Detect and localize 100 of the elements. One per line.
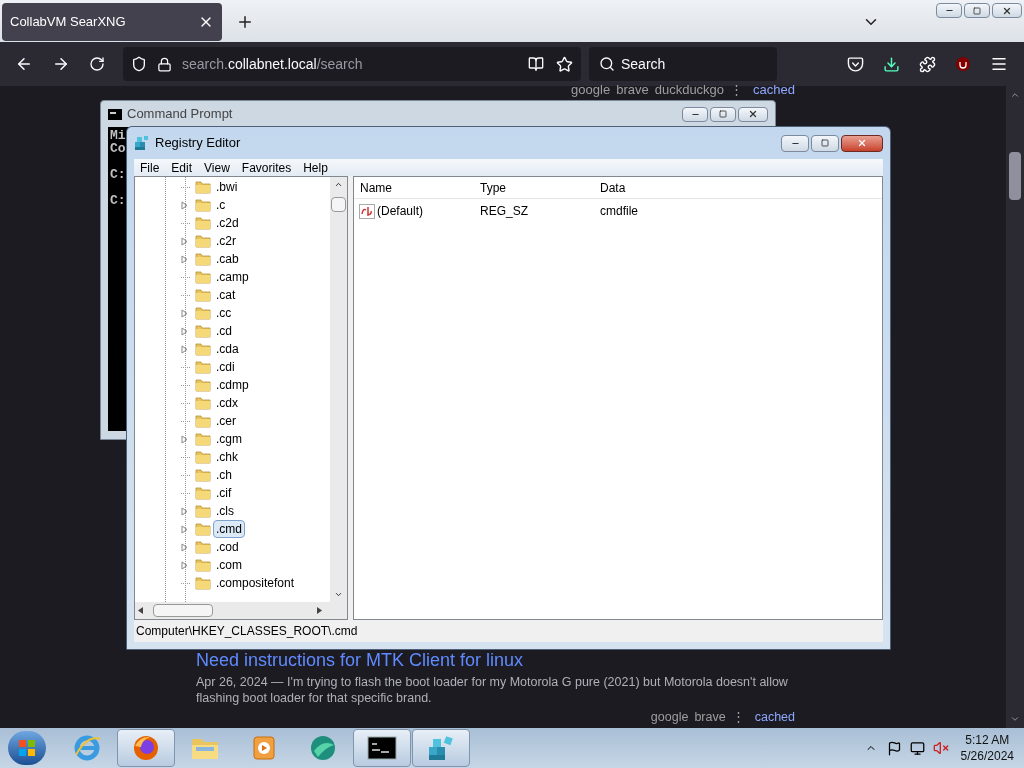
tree-item[interactable]: .cat — [213, 286, 239, 304]
pocket-icon[interactable] — [847, 55, 864, 73]
expand-arrow-icon[interactable] — [181, 506, 188, 516]
menu-item[interactable]: Favorites — [235, 158, 298, 177]
expand-arrow-icon[interactable] — [181, 326, 188, 336]
horizontal-scrollbar[interactable] — [135, 602, 347, 619]
folder-icon — [195, 198, 211, 212]
tree-item[interactable]: .c — [213, 196, 229, 214]
tree-item[interactable]: .cdi — [213, 358, 238, 376]
close-button[interactable] — [738, 106, 768, 122]
flag-icon[interactable] — [886, 740, 902, 756]
minimize-button[interactable] — [781, 134, 809, 152]
tree-item[interactable]: .cmd — [213, 520, 245, 538]
tree-item[interactable]: .cda — [213, 340, 242, 358]
scroll-up-icon[interactable] — [334, 180, 343, 189]
scroll-right-icon[interactable] — [317, 607, 322, 614]
tree-item[interactable]: .c2r — [213, 232, 239, 250]
reader-view-icon[interactable] — [528, 56, 544, 72]
value-data: cmdfile — [599, 203, 639, 220]
tree-item[interactable]: .cgm — [213, 430, 245, 448]
network-icon[interactable] — [909, 740, 925, 756]
tree-item[interactable]: .cif — [213, 484, 235, 502]
forward-icon[interactable] — [52, 55, 70, 73]
scroll-thumb[interactable] — [153, 604, 213, 617]
expand-arrow-icon[interactable] — [181, 308, 188, 318]
tree-item[interactable]: .cdmp — [213, 376, 252, 394]
column-header[interactable]: Type — [474, 178, 594, 197]
menu-item[interactable]: Edit — [165, 158, 199, 177]
tree-item[interactable]: .ch — [213, 466, 235, 484]
close-button[interactable] — [992, 3, 1022, 18]
close-button[interactable] — [841, 134, 883, 152]
tree-item[interactable]: .cer — [213, 412, 239, 430]
new-tab-icon[interactable] — [236, 13, 254, 31]
fox-globe-icon — [132, 734, 160, 762]
expand-arrow-icon[interactable] — [181, 254, 188, 264]
scrollbar[interactable] — [1006, 86, 1024, 728]
folder-icon — [195, 288, 211, 302]
tree-item[interactable]: .bwi — [213, 178, 241, 196]
folder-icon — [195, 306, 211, 320]
tree-item[interactable]: .cls — [213, 502, 237, 520]
clock[interactable]: 5:12 AM 5/26/2024 — [960, 732, 1014, 764]
extensions-icon[interactable] — [919, 55, 936, 73]
shield-badge-icon[interactable] — [955, 56, 971, 72]
scroll-down-icon[interactable] — [334, 590, 343, 599]
menu-item[interactable]: View — [198, 158, 236, 177]
cached-link[interactable]: cached — [754, 708, 795, 727]
vertical-scrollbar[interactable] — [330, 177, 347, 602]
search-input[interactable]: Search — [621, 53, 761, 75]
windows-logo-icon — [18, 739, 36, 757]
folder-icon — [195, 378, 211, 392]
expand-arrow-icon[interactable] — [181, 236, 188, 246]
address-bar[interactable]: search.collabnet.local/search — [123, 47, 581, 81]
expand-arrow-icon[interactable] — [181, 434, 188, 444]
tree-item[interactable]: .chk — [213, 448, 241, 466]
result-title-link[interactable]: Need instructions for MTK Client for linux — [196, 650, 524, 671]
status-path: Computer\HKEY_CLASSES_ROOT\.cmd — [136, 623, 358, 640]
url-text: search.collabnet.local/search — [182, 54, 363, 74]
browser-tab[interactable]: CollabVM SearXNG — [2, 3, 222, 41]
taskbar-button[interactable] — [353, 729, 411, 767]
start-button[interactable] — [8, 731, 46, 765]
scroll-thumb[interactable] — [1009, 152, 1021, 200]
menu-icon[interactable] — [990, 55, 1008, 73]
column-header[interactable]: Data — [594, 178, 794, 197]
expand-arrow-icon[interactable] — [181, 344, 188, 354]
download-icon[interactable] — [883, 55, 900, 73]
tree-item[interactable]: .compositefont — [213, 574, 298, 592]
tree-item[interactable]: .cdx — [213, 394, 241, 412]
scroll-thumb[interactable] — [331, 197, 346, 212]
scroll-left-icon[interactable] — [138, 607, 143, 614]
tree-item[interactable]: .cod — [213, 538, 242, 556]
maximize-icon — [821, 139, 829, 147]
search-icon — [599, 56, 615, 72]
muted-speaker-icon[interactable] — [932, 740, 949, 756]
folder-icon — [195, 180, 211, 194]
expand-arrow-icon[interactable] — [181, 560, 188, 570]
menu-item[interactable]: File — [134, 158, 166, 177]
lock-icon[interactable] — [157, 56, 172, 72]
back-icon[interactable] — [15, 55, 33, 73]
reload-icon[interactable] — [89, 56, 105, 72]
tree-item[interactable]: .cc — [213, 304, 235, 322]
shield-icon[interactable] — [131, 56, 147, 72]
tree-item[interactable]: .c2d — [213, 214, 242, 232]
minimize-button[interactable] — [682, 106, 708, 122]
bookmark-star-icon[interactable] — [556, 55, 573, 73]
scroll-down-icon[interactable] — [1010, 714, 1020, 724]
expand-arrow-icon[interactable] — [181, 542, 188, 552]
tree-item[interactable]: .cd — [213, 322, 235, 340]
minimize-button[interactable] — [936, 3, 962, 18]
maximize-button[interactable] — [811, 134, 839, 152]
column-header[interactable]: Name — [354, 178, 474, 197]
browser-e-icon — [72, 733, 102, 763]
tree-item[interactable]: .cab — [213, 250, 242, 268]
tree-item[interactable]: .camp — [213, 268, 252, 286]
expand-arrow-icon[interactable] — [181, 524, 188, 534]
search-field[interactable]: Search — [589, 47, 777, 81]
expand-arrow-icon[interactable] — [181, 200, 188, 210]
menu-item[interactable]: Help — [297, 158, 334, 177]
cached-link[interactable]: cached — [753, 80, 795, 100]
tree-item[interactable]: .com — [213, 556, 245, 574]
scroll-up-icon[interactable] — [1010, 90, 1020, 100]
